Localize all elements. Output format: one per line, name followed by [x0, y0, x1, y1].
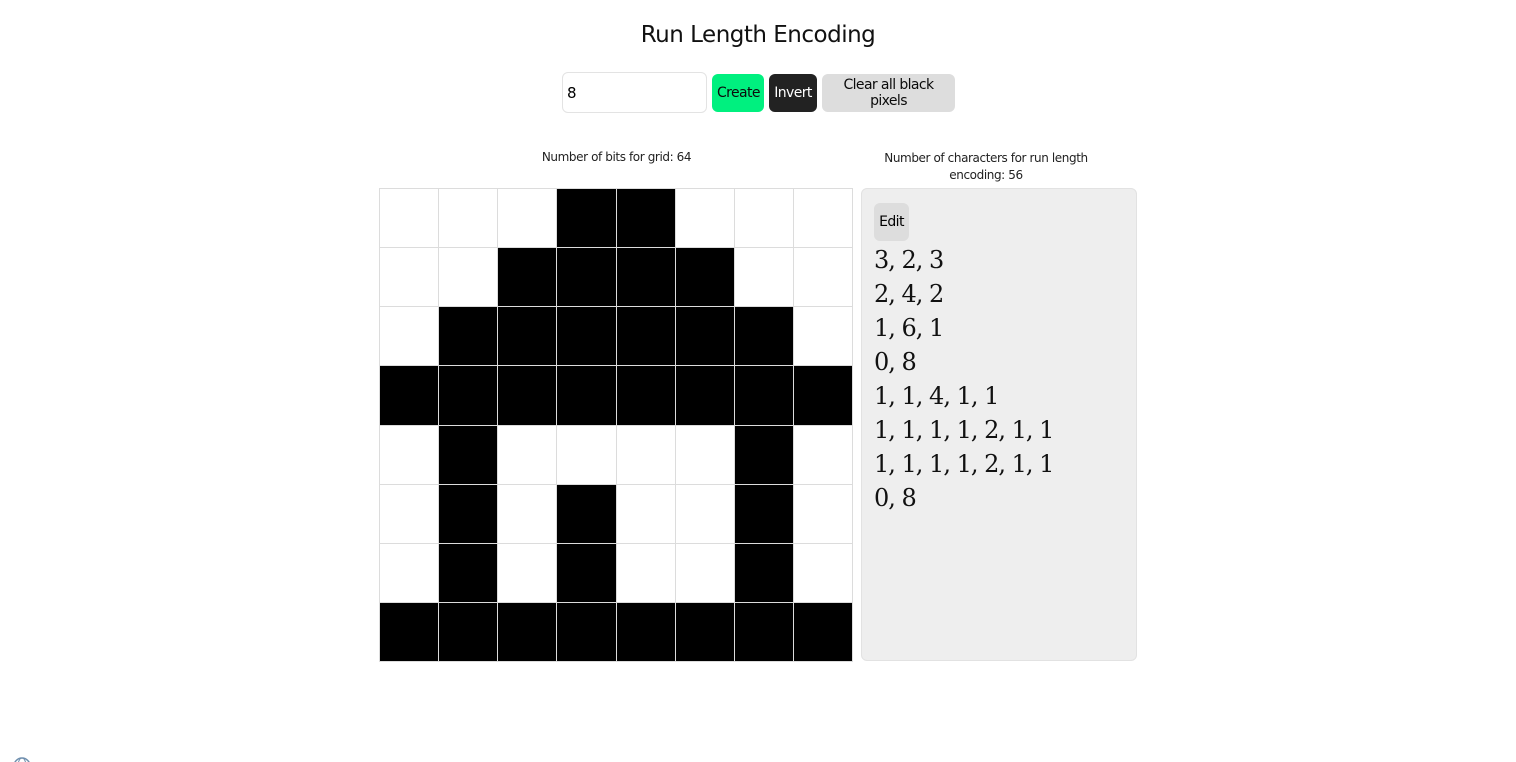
pixel-cell[interactable] [616, 248, 676, 308]
pixel-cell[interactable] [675, 248, 735, 308]
rle-line: 1, 1, 4, 1, 1 [874, 382, 999, 410]
rle-line: 2, 4, 2 [874, 280, 944, 308]
pixel-cell[interactable] [734, 543, 794, 603]
pixel-cell[interactable] [380, 189, 440, 249]
pixel-cell[interactable] [439, 425, 499, 485]
pixel-cell[interactable] [557, 366, 617, 426]
pixel-cell[interactable] [557, 189, 617, 249]
pixel-cell[interactable] [793, 543, 853, 603]
invert-button[interactable]: Invert [769, 73, 817, 112]
pixel-cell[interactable] [498, 543, 558, 603]
pixel-cell[interactable] [616, 484, 676, 544]
pixel-cell[interactable] [793, 248, 853, 308]
pixel-cell[interactable] [557, 307, 617, 367]
pixel-cell[interactable] [498, 248, 558, 308]
grid-bits-caption: Number of bits for grid: 64 [541, 150, 692, 164]
pixel-cell[interactable] [734, 484, 794, 544]
rle-panel: Edit 3, 2, 3 2, 4, 2 1, 6, 1 0, 8 1, 1, 4, 1… [861, 188, 1137, 661]
pixel-cell[interactable] [498, 425, 558, 485]
pixel-cell[interactable] [793, 484, 853, 544]
pixel-cell[interactable] [675, 602, 735, 662]
pixel-cell[interactable] [439, 602, 499, 662]
pixel-cell[interactable] [498, 307, 558, 367]
pixel-cell[interactable] [734, 425, 794, 485]
pixel-cell[interactable] [380, 484, 440, 544]
pixel-cell[interactable] [439, 307, 499, 367]
grid-size-input[interactable] [562, 72, 707, 113]
page-title: Run Length Encoding [640, 22, 876, 48]
pixel-cell[interactable] [557, 602, 617, 662]
pixel-cell[interactable] [380, 543, 440, 603]
rle-characters-caption: Number of characters for run length enco… [884, 151, 1088, 182]
pixel-cell[interactable] [439, 248, 499, 308]
clear-black-pixels-button[interactable]: Clear all black pixels [822, 73, 955, 112]
pixel-cell[interactable] [498, 189, 558, 249]
edit-button[interactable]: Edit [874, 203, 909, 241]
pixel-cell[interactable] [498, 366, 558, 426]
pixel-cell[interactable] [734, 366, 794, 426]
pixel-cell[interactable] [675, 543, 735, 603]
pixel-cell[interactable] [439, 189, 499, 249]
pixel-cell[interactable] [616, 602, 676, 662]
rle-line: 3, 2, 3 [874, 246, 944, 274]
pixel-cell[interactable] [439, 366, 499, 426]
pixel-cell[interactable] [734, 602, 794, 662]
pixel-cell[interactable] [675, 425, 735, 485]
pixel-cell[interactable] [616, 425, 676, 485]
pixel-cell[interactable] [675, 307, 735, 367]
pixel-cell[interactable] [380, 602, 440, 662]
pixel-cell[interactable] [734, 307, 794, 367]
pixel-cell[interactable] [498, 602, 558, 662]
pixel-cell[interactable] [557, 543, 617, 603]
pixel-cell[interactable] [557, 484, 617, 544]
rle-line: 0, 8 [874, 484, 917, 512]
pixel-cell[interactable] [380, 425, 440, 485]
page: Run Length Encoding Create Invert Clear … [0, 0, 1516, 762]
pixel-cell[interactable] [616, 543, 676, 603]
pixel-cell[interactable] [439, 543, 499, 603]
pixel-grid [379, 188, 853, 662]
pixel-cell[interactable] [616, 366, 676, 426]
pixel-cell[interactable] [734, 248, 794, 308]
globe-icon [14, 757, 30, 762]
pixel-cell[interactable] [380, 248, 440, 308]
rle-line: 1, 1, 1, 1, 2, 1, 1 [874, 450, 1054, 478]
pixel-cell[interactable] [439, 484, 499, 544]
pixel-cell[interactable] [557, 425, 617, 485]
rle-line: 1, 6, 1 [874, 314, 944, 342]
rle-lines: 3, 2, 3 2, 4, 2 1, 6, 1 0, 8 1, 1, 4, 1, 1 1,… [874, 243, 1124, 515]
toolbar: Create Invert Clear all black pixels [562, 72, 955, 113]
pixel-cell[interactable] [498, 484, 558, 544]
rle-line: 1, 1, 1, 1, 2, 1, 1 [874, 416, 1054, 444]
create-button[interactable]: Create [712, 73, 764, 112]
pixel-cell[interactable] [793, 307, 853, 367]
pixel-cell[interactable] [793, 366, 853, 426]
pixel-cell[interactable] [675, 189, 735, 249]
pixel-cell[interactable] [675, 484, 735, 544]
pixel-cell[interactable] [734, 189, 794, 249]
pixel-cell[interactable] [616, 307, 676, 367]
pixel-cell[interactable] [793, 602, 853, 662]
pixel-cell[interactable] [616, 189, 676, 249]
rle-line: 0, 8 [874, 348, 917, 376]
pixel-cell[interactable] [380, 307, 440, 367]
pixel-cell[interactable] [793, 189, 853, 249]
pixel-cell[interactable] [380, 366, 440, 426]
pixel-cell[interactable] [793, 425, 853, 485]
pixel-cell[interactable] [557, 248, 617, 308]
pixel-cell[interactable] [675, 366, 735, 426]
